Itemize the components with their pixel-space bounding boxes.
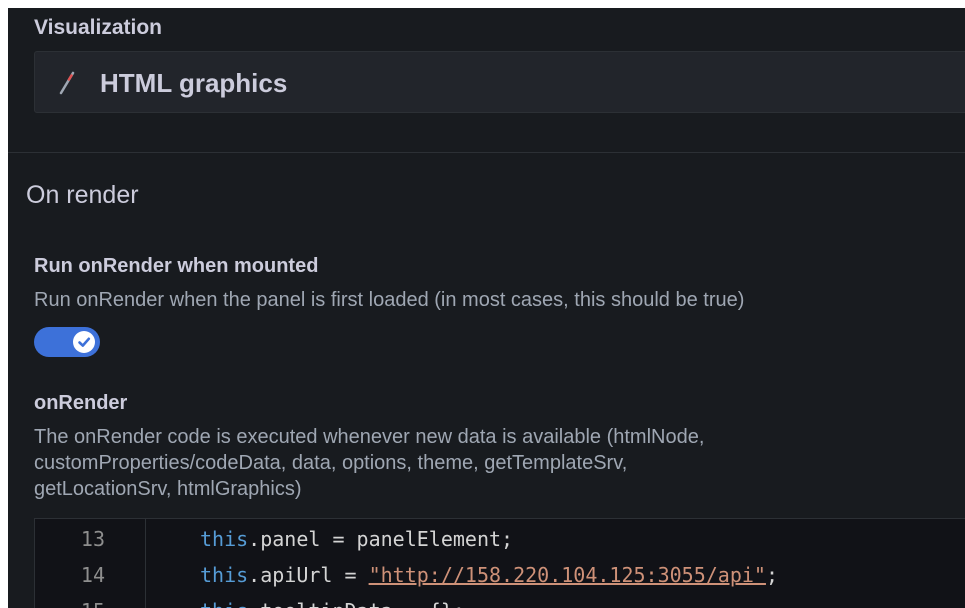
visualization-section: Visualization HTML graphics: [8, 8, 965, 152]
visualization-label: Visualization: [34, 16, 162, 39]
on-render-label: onRender: [34, 392, 128, 414]
code-text: this.panel = panelElement;: [200, 527, 513, 551]
code-plain: .panel = panelElement;: [248, 527, 514, 551]
on-render-description-line-2: customProperties/codeData, data, options…: [34, 452, 628, 474]
line-number: 15: [35, 599, 105, 608]
on-render-description-line-1: The onRender code is executed whenever n…: [34, 426, 705, 448]
visualization-picker[interactable]: HTML graphics: [34, 51, 965, 113]
check-icon: [78, 337, 91, 347]
visualization-name: HTML graphics: [100, 68, 288, 98]
code-keyword: this: [200, 563, 249, 587]
code-line: 14 this.apiUrl = "http://158.220.104.125…: [35, 563, 965, 599]
line-number: 14: [80, 563, 105, 587]
code-plain-tail: ;: [765, 563, 778, 587]
on-render-code-editor[interactable]: 13 this.panel = panelElement; 14 this.ap…: [34, 518, 965, 608]
code-line: 15 this.tooltipData = {};: [35, 599, 965, 608]
pencil-icon: [59, 71, 75, 95]
section-divider: [8, 152, 965, 153]
code-plain: .tooltipData = {};: [248, 599, 465, 608]
run-on-mount-description: Run onRender when the panel is first loa…: [34, 289, 745, 311]
code-plain: .apiUrl =: [248, 563, 369, 587]
panel-options-pane: Visualization HTML graphics On render Ru…: [8, 8, 965, 608]
code-text: this.apiUrl = "http://158.220.104.125:30…: [200, 563, 778, 587]
run-on-mount-toggle[interactable]: [34, 327, 100, 357]
on-render-section-title: On render: [26, 181, 139, 209]
toggle-knob: [73, 331, 95, 353]
code-string-url[interactable]: "http://158.220.104.125:3055/api": [369, 563, 766, 587]
code-line: 13 this.panel = panelElement;: [35, 527, 965, 563]
code-text: this.tooltipData = {};: [200, 599, 465, 608]
run-on-mount-label: Run onRender when mounted: [34, 255, 319, 277]
on-render-description-line-3: getLocationSrv, htmlGraphics): [34, 478, 302, 500]
code-keyword: this: [200, 599, 248, 608]
line-number: 13: [80, 527, 105, 551]
code-keyword: this: [200, 527, 249, 551]
